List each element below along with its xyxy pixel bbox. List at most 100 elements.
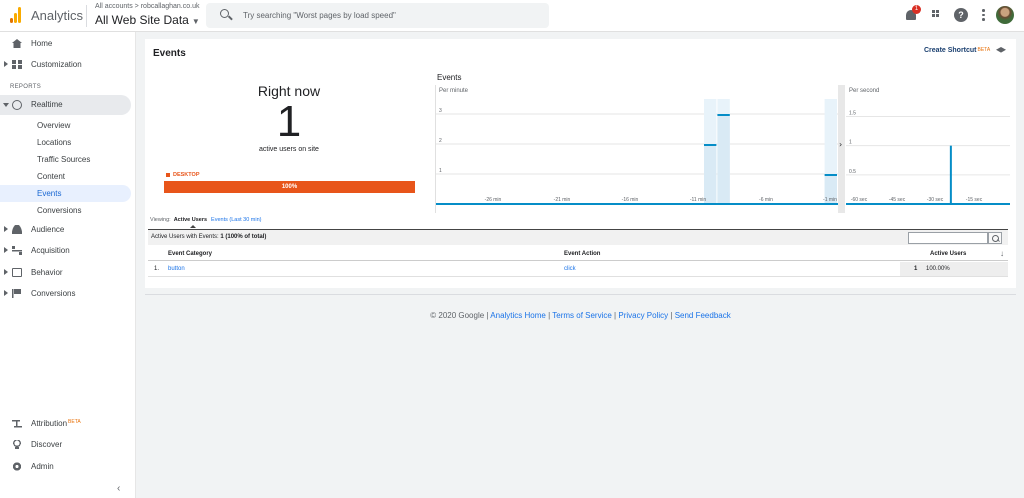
tab-events-last-30-min[interactable]: Events (Last 30 min) xyxy=(211,217,261,223)
sidebar-subitem-label: Traffic Sources xyxy=(37,155,91,164)
sidebar-subitem-label: Locations xyxy=(37,138,72,147)
analytics-home-link[interactable]: Analytics Home xyxy=(490,311,546,320)
beta-badge: BETA xyxy=(68,419,81,425)
chart-separator xyxy=(838,85,845,213)
y-tick-label: 1 xyxy=(439,168,442,174)
flag-icon xyxy=(12,289,22,298)
sidebar-subitem-locations[interactable]: Locations xyxy=(0,134,131,151)
x-tick-label: -21 min xyxy=(554,197,571,203)
sidebar-item-conversions[interactable]: Conversions xyxy=(0,284,131,304)
terms-of-service-link[interactable]: Terms of Service xyxy=(552,311,612,320)
device-label: DESKTOP xyxy=(173,172,200,178)
clock-icon xyxy=(12,100,22,110)
acquisition-icon xyxy=(12,246,22,255)
home-icon xyxy=(12,39,22,48)
x-tick-label: -60 sec xyxy=(851,197,868,203)
bar xyxy=(704,146,717,204)
y-tick-label: 2 xyxy=(439,138,442,144)
analytics-logo-icon[interactable] xyxy=(10,7,22,23)
sidebar-item-attribution[interactable]: AttributionBETA xyxy=(0,414,131,434)
sidebar-item-label: Discover xyxy=(31,440,63,449)
expand-arrow-icon xyxy=(4,226,8,232)
more-options-icon[interactable] xyxy=(977,8,991,22)
sidebar-item-realtime[interactable]: Realtime xyxy=(0,95,131,115)
sidebar-item-admin[interactable]: Admin xyxy=(0,457,131,477)
avatar[interactable] xyxy=(996,6,1014,24)
active-users-count: 1 xyxy=(276,97,302,146)
gear-icon xyxy=(12,462,22,471)
copyright: © 2020 Google xyxy=(430,311,485,320)
x-tick-label: -16 min xyxy=(622,197,639,203)
x-tick-label: -6 min xyxy=(759,197,773,203)
notifications-button[interactable]: 1 xyxy=(904,5,921,22)
graduation-cap-icon[interactable] xyxy=(996,47,1006,53)
sidebar-item-label: Home xyxy=(31,39,53,48)
sidebar-item-behavior[interactable]: Behavior xyxy=(0,263,131,283)
dashboard-icon xyxy=(12,60,22,69)
privacy-policy-link[interactable]: Privacy Policy xyxy=(618,311,668,320)
sidebar-subitem-label: Conversions xyxy=(37,206,82,215)
send-feedback-link[interactable]: Send Feedback xyxy=(675,311,731,320)
x-tick-label: -26 min xyxy=(485,197,502,203)
active-users-value: 1 xyxy=(914,266,918,272)
page-title: Events xyxy=(153,48,186,59)
help-icon[interactable]: ? xyxy=(954,8,968,22)
viewing-label: Viewing: xyxy=(150,217,171,223)
expand-arrow-icon xyxy=(4,61,8,67)
sidebar-item-label: Customization xyxy=(31,60,82,69)
app-title[interactable]: Analytics xyxy=(31,8,83,23)
sidebar-subitem-content[interactable]: Content xyxy=(0,168,131,185)
table-search-input[interactable] xyxy=(908,232,988,244)
chevron-right-icon: › xyxy=(839,140,842,149)
expand-arrow-icon xyxy=(4,269,8,275)
tab-active-users[interactable]: Active Users xyxy=(174,217,207,223)
bar-top xyxy=(717,114,730,116)
sidebar-item-acquisition[interactable]: Acquisition xyxy=(0,241,131,261)
sidebar-subitem-label: Events xyxy=(37,189,62,198)
account-breadcrumb[interactable]: All accounts > robcallaghan.co.uk xyxy=(95,3,199,10)
search-bar[interactable] xyxy=(206,3,549,28)
y-tick-label: 0.5 xyxy=(849,169,856,175)
event-action-link[interactable]: click xyxy=(564,266,576,272)
column-header-event-action[interactable]: Event Action xyxy=(564,251,600,257)
collapse-sidebar-icon[interactable]: ‹ xyxy=(117,483,120,494)
legend-swatch xyxy=(166,172,170,177)
account-view-selector[interactable]: All Web Site Data ▼ xyxy=(95,13,200,27)
summary-suffix: (100% of total) xyxy=(225,234,267,240)
table-search-button[interactable] xyxy=(988,232,1002,244)
sidebar-subitem-events[interactable]: Events xyxy=(0,185,131,202)
event-category-link[interactable]: button xyxy=(168,266,185,272)
search-input[interactable] xyxy=(243,8,533,23)
attribution-label: Attribution xyxy=(31,419,68,428)
footer: © 2020 Google | Analytics Home | Terms o… xyxy=(430,311,731,320)
reports-section-header: REPORTS xyxy=(10,84,41,90)
report-panel: Events Create ShortcutBETA Right now 1 a… xyxy=(145,39,1016,288)
sort-descending-icon[interactable]: ↓ xyxy=(1000,249,1004,258)
sidebar-subitem-label: Content xyxy=(37,172,66,181)
sidebar-item-customization[interactable]: Customization xyxy=(0,55,131,75)
sidebar-item-discover[interactable]: Discover xyxy=(0,435,131,455)
sidebar-item-label: Realtime xyxy=(31,100,63,109)
top-bar: Analytics All accounts > robcallaghan.co… xyxy=(0,0,1024,32)
sidebar-subitem-overview[interactable]: Overview xyxy=(0,117,131,134)
create-shortcut-link[interactable]: Create ShortcutBETA xyxy=(924,47,990,54)
events-charts: Per minute Per second 1 2 3 -26 min -21 min -… xyxy=(435,85,1010,213)
sidebar-subitem-traffic-sources[interactable]: Traffic Sources xyxy=(0,151,131,168)
active-users-percent: 100.00% xyxy=(926,266,950,272)
table-row: 1. button click 1 100.00% xyxy=(148,262,1008,277)
sidebar: Home Customization REPORTS Realtime Over… xyxy=(0,32,136,498)
y-tick-label: 1.5 xyxy=(849,111,856,117)
divider xyxy=(86,5,87,27)
column-header-active-users[interactable]: Active Users xyxy=(930,251,966,257)
bar-top xyxy=(704,144,717,146)
sidebar-item-home[interactable]: Home xyxy=(0,34,131,54)
create-shortcut-label: Create Shortcut xyxy=(924,47,977,54)
x-tick-label: -11 min xyxy=(690,197,707,203)
column-header-event-category[interactable]: Event Category xyxy=(168,251,212,257)
search-icon xyxy=(220,9,229,18)
sidebar-subitem-conversions[interactable]: Conversions xyxy=(0,202,131,219)
apps-button[interactable] xyxy=(930,8,944,22)
person-icon xyxy=(12,225,22,234)
sidebar-item-audience[interactable]: Audience xyxy=(0,220,131,240)
device-legend: DESKTOP xyxy=(166,172,200,178)
